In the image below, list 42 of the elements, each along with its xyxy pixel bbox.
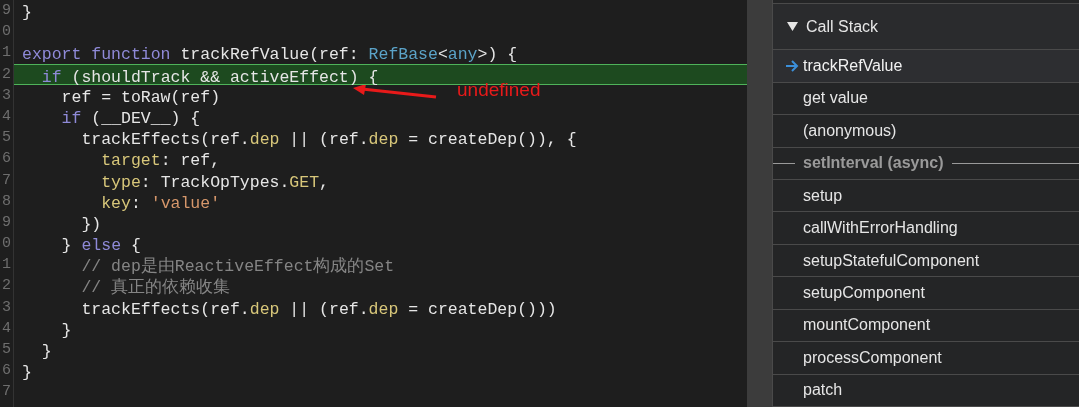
line-number: 0 xyxy=(2,23,11,41)
line-number: 4 xyxy=(2,319,11,337)
annotation-text: undefined xyxy=(457,78,541,102)
code-line: // 真正的依赖收集 xyxy=(80,278,231,298)
triangle-icon xyxy=(787,22,798,32)
code-line: }) xyxy=(80,214,102,234)
code-line: } xyxy=(22,363,32,383)
code-line: if (shouldTrack && activeEffect) { xyxy=(40,67,379,87)
line-number: 5 xyxy=(2,129,11,147)
line-number: 9 xyxy=(2,213,11,231)
line-number: 0 xyxy=(2,235,11,253)
code-line: target: ref, xyxy=(100,151,221,171)
code-line: ref = toRaw(ref) xyxy=(60,87,221,107)
line-number: 9 xyxy=(2,2,11,19)
stack-frame[interactable]: trackRefValue xyxy=(773,50,1079,83)
code-line: key: 'value' xyxy=(100,193,221,213)
code-line: trackEffects(ref.dep || (ref.dep = createDep()), { xyxy=(80,130,577,150)
line-number: 1 xyxy=(2,44,11,62)
code-line: export function trackRefValue(ref: RefBase<any>) { xyxy=(22,45,518,65)
arrow-icon xyxy=(785,59,799,72)
async-separator: setInterval (async) xyxy=(802,153,945,174)
line-number: 5 xyxy=(2,341,11,358)
line-number: 2 xyxy=(2,277,11,295)
line-number: 3 xyxy=(2,86,11,104)
line-number: 4 xyxy=(2,107,11,125)
code-line: } xyxy=(60,320,72,340)
line-number: 3 xyxy=(2,298,11,316)
code-line: } xyxy=(22,3,32,22)
line-number: 6 xyxy=(2,150,11,168)
code-line: } xyxy=(40,342,52,361)
code-line: trackEffects(ref.dep || (ref.dep = createDep())) xyxy=(80,299,557,319)
line-number: 7 xyxy=(2,383,11,401)
code-line: } else { xyxy=(60,236,141,256)
code-line: // dep是由ReactiveEffect构成的Set xyxy=(80,257,395,277)
line-number: 6 xyxy=(2,362,11,380)
line-number: 7 xyxy=(2,171,11,189)
code-line: if (__DEV__) { xyxy=(60,108,201,128)
line-number: 1 xyxy=(2,256,11,274)
line-number: 2 xyxy=(2,65,11,83)
line-number: 8 xyxy=(2,192,11,210)
call-stack-header[interactable]: Call Stack xyxy=(773,3,1079,51)
code-line: type: TrackOpTypes.GET, xyxy=(100,172,329,192)
